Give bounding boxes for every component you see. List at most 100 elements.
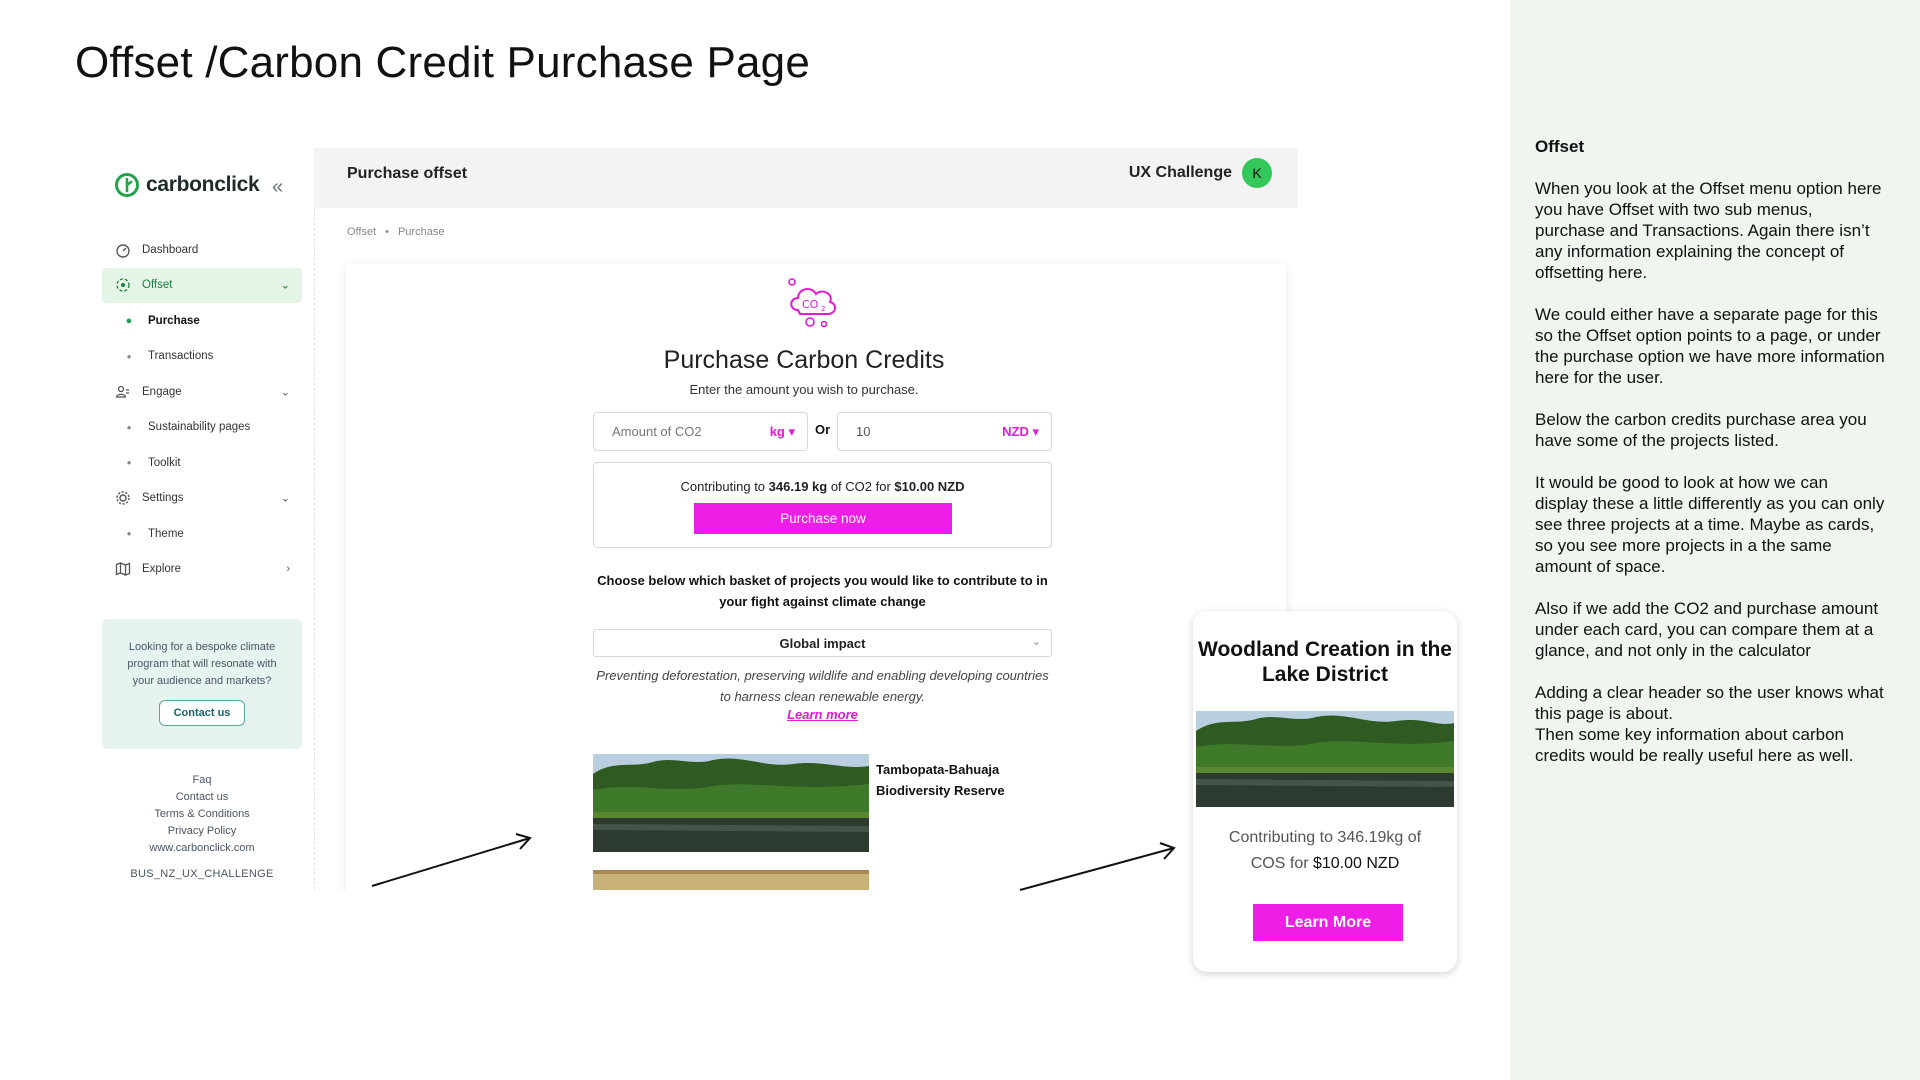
footer-link-contact[interactable]: Contact us [102,789,302,806]
learn-more-label: Learn more [787,707,858,722]
footer-link-terms[interactable]: Terms & Conditions [102,806,302,823]
promo-box: Looking for a bespoke climate program th… [102,619,302,749]
contribution-kg: 346.19 kg [768,479,828,494]
bullet-icon: ● [125,314,133,327]
project-image-partial[interactable] [593,870,869,890]
footer-link-faq[interactable]: Faq [102,772,302,789]
map-icon [114,560,132,578]
unit-select[interactable]: kg ▾ [770,424,807,440]
chevron-right-icon: › [286,563,290,576]
notes-panel: Offset When you look at the Offset menu … [1510,0,1920,1080]
user-menu[interactable]: UX Challenge K [1129,158,1272,188]
learn-more-button[interactable]: Learn More [1253,904,1403,941]
project-image-rainforest-river[interactable] [593,754,869,852]
contact-us-button[interactable]: Contact us [158,700,246,726]
basket-instructions: Choose below which basket of projects yo… [597,573,1048,609]
co2-amount-placeholder: Amount of CO2 [612,424,702,439]
page-title: Offset /Carbon Credit Purchase Page [75,38,811,87]
breadcrumb: Offset • Purchase [347,226,445,238]
contribution-prefix: Contributing to [680,479,769,494]
bullet-icon: ● [126,422,132,432]
sidebar-item-label: Explore [142,563,181,576]
purchase-calculator: Purchase Carbon Credits Enter the amount… [593,264,1063,890]
sidebar: carbonclick « Dashboard Offset ⌄ ● Purch… [100,148,315,890]
breadcrumb-separator: • [385,226,390,238]
unit-label: kg [769,423,785,439]
sidebar-item-sustainability-pages[interactable]: ● Sustainability pages [102,410,302,446]
sidebar-item-explore[interactable]: Explore › [102,552,302,588]
footer-links: Faq Contact us Terms & Conditions Privac… [102,772,302,857]
notes-heading: Offset [1535,137,1585,156]
notes-paragraph: Also if we add the CO2 and purchase amou… [1535,599,1879,660]
arrow-annotation-right [1019,842,1176,891]
engage-icon [114,383,132,401]
project-image-rainforest-river [1196,711,1454,807]
bullet-icon: ● [126,529,132,539]
suggested-project-card: Woodland Creation in the Lake District C… [1193,611,1457,972]
footer-link-privacy[interactable]: Privacy Policy [102,823,302,840]
contribution-mid: of CO2 for [827,479,895,494]
currency-label: NZD [1002,423,1029,439]
sidebar-item-label: Purchase [148,314,200,327]
topbar-title: Purchase offset [347,165,468,182]
footer-link-website[interactable]: www.carbonclick.com [102,840,302,857]
notes-paragraph: It would be good to look at how we can d… [1535,473,1885,576]
basket-selected-value: Global impact [779,635,866,651]
contribution-box: Contributing to 346.19 kg of CO2 for $10… [593,462,1052,548]
chevron-down-icon: ⌄ [280,492,290,505]
avatar[interactable]: K [1242,158,1272,188]
sidebar-item-label: Dashboard [142,243,199,256]
offset-icon [114,276,132,294]
currency-amount-input[interactable]: 10 NZD ▾ [837,412,1052,451]
purchase-subtitle: Enter the amount you wish to purchase. [689,382,919,397]
sidebar-item-theme[interactable]: ● Theme [102,516,302,552]
notes-content: Offset When you look at the Offset menu … [1535,136,1885,787]
topbar: Purchase offset UX Challenge K [314,148,1298,208]
sidebar-item-offset[interactable]: Offset ⌄ [102,267,302,303]
sidebar-item-label: Sustainability pages [148,421,251,434]
suggested-card-title: Woodland Creation in the Lake District [1198,638,1452,686]
sidebar-nav: Dashboard Offset ⌄ ● Purchase ● Transact… [102,232,302,587]
sidebar-item-settings[interactable]: Settings ⌄ [102,481,302,517]
sidebar-item-dashboard[interactable]: Dashboard [102,232,302,268]
purchase-now-button[interactable]: Purchase now [694,503,952,534]
chevron-down-icon: ⌄ [280,386,290,399]
sidebar-item-toolkit[interactable]: ● Toolkit [102,445,302,481]
suggested-card-price: $10.00 NZD [1312,855,1400,872]
arrow-annotation-left [371,833,532,887]
notes-paragraph: Below the carbon credits purchase area y… [1535,410,1867,450]
sidebar-item-label: Toolkit [148,456,181,469]
logo-text: carbonclick [146,173,260,196]
sidebar-item-label: Theme [148,527,184,540]
sidebar-item-engage[interactable]: Engage ⌄ [102,374,302,410]
breadcrumb-item-purchase: Purchase [398,226,445,238]
sidebar-item-label: Engage [142,385,182,398]
purchase-card: CO 2 Purchase Carbon Credits Enter the a… [346,264,1286,890]
basket-select[interactable]: Global impact ⌄ [593,629,1052,657]
breadcrumb-item-offset[interactable]: Offset [347,226,376,238]
co2-amount-input[interactable]: Amount of CO2 kg ▾ [593,412,808,451]
collapse-sidebar-icon[interactable]: « [272,176,283,199]
account-code: BUS_NZ_UX_CHALLENGE [130,868,274,880]
carbonclick-logo-icon [115,173,139,197]
basket-description: Preventing deforestation, preserving wil… [596,668,1049,704]
currency-select[interactable]: NZD ▾ [1002,424,1051,440]
notes-paragraph: When you look at the Offset menu option … [1535,179,1882,282]
gear-icon [114,489,132,507]
notes-paragraph: We could either have a separate page for… [1535,305,1885,387]
currency-amount-value: 10 [856,424,871,439]
sidebar-item-label: Offset [142,279,173,292]
sidebar-item-transactions[interactable]: ● Transactions [102,339,302,375]
bullet-icon: ● [126,458,132,468]
sidebar-item-purchase[interactable]: ● Purchase [102,303,302,339]
or-label: Or [815,422,831,437]
project-name: Tambopata-Bahuaja Biodiversity Reserve [876,762,1005,798]
chevron-down-icon: ⌄ [1031,636,1041,648]
bullet-icon: ● [126,351,132,361]
chevron-down-icon: ⌄ [280,279,290,292]
learn-more-link[interactable]: Learn more [593,707,1052,722]
sidebar-item-label: Settings [142,492,184,505]
logo[interactable]: carbonclick [114,172,260,198]
contribution-price: $10.00 NZD [894,479,965,494]
sidebar-item-label: Transactions [148,350,214,363]
